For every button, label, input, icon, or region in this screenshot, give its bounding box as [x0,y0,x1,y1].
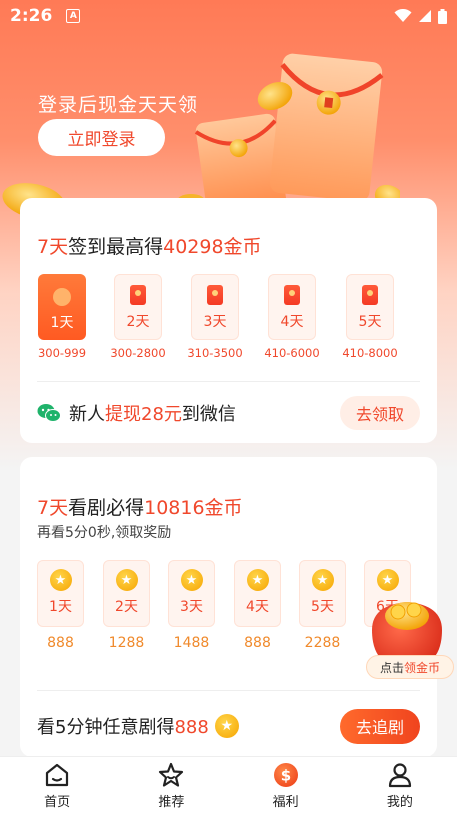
divider [37,690,420,691]
star-coin-icon: ★ [311,569,334,591]
star-coin-icon: ★ [49,569,72,591]
floating-coin-bag[interactable]: 点击 领金币 [362,590,457,685]
user-icon [388,763,411,788]
checkin-days: 1天 300-999 2天 300-2800 3天 310-3500 4天 41… [34,274,429,364]
checkin-card: 7天签到最高得40298金币 1天 300-999 2天 300-2800 3天… [20,198,437,443]
checkin-day[interactable]: 1天 300-999 [22,274,102,360]
hero-headline: 登录后现金天天领 [38,94,199,116]
star-coin-icon: ★ [214,714,239,738]
bottom-tab-bar: 首页 推荐 $ 福利 我的 [0,756,457,814]
checkin-day[interactable]: 5天 410-8000 [330,274,410,360]
red-envelope-illustration [194,53,400,217]
star-coin-icon: ★ [115,569,138,591]
status-notification-icon: A [66,9,81,23]
claim-button[interactable]: 去领取 [340,396,420,430]
tab-recommend[interactable]: 推荐 [114,757,228,814]
status-bar: 2:26 A [0,0,457,32]
divider [37,381,420,382]
drama-day[interactable]: ★ 2天 1288 [94,560,159,651]
dollar-icon: $ [273,763,298,787]
checkin-day[interactable]: 3天 310-3500 [175,274,255,360]
red-envelope-icon [207,285,223,305]
tab-home[interactable]: 首页 [0,757,114,814]
checkin-title: 7天签到最高得40298金币 [37,236,262,258]
status-time: 2:26 [10,6,53,26]
signal-icon [419,10,431,22]
drama-day[interactable]: ★ 5天 2288 [290,560,355,651]
red-envelope-icon [53,288,71,306]
wifi-icon [394,9,412,22]
watch-task-row: 看5分钟任意剧得888 ★ 去追剧 [37,707,420,745]
wechat-icon [37,404,61,422]
star-icon [159,762,184,787]
drama-day[interactable]: ★ 1天 888 [34,560,93,651]
claim-coins-label: 点击 领金币 [366,655,454,679]
drama-day[interactable]: ★ 4天 888 [225,560,290,651]
follow-drama-button[interactable]: 去追剧 [340,708,420,744]
watch-task-text: 看5分钟任意剧得888 [37,717,209,738]
checkin-day[interactable]: 4天 410-6000 [252,274,332,360]
tab-welfare[interactable]: $ 福利 [229,757,343,814]
battery-icon [438,8,447,24]
status-icons [394,8,447,24]
newuser-wechat-row: 新人提现28元到微信 去领取 [37,396,420,430]
star-coin-icon: ★ [246,569,269,591]
login-button[interactable]: 立即登录 [38,119,165,156]
red-envelope-icon [362,285,378,305]
drama-subtitle: 再看5分0秒,领取奖励 [37,525,172,541]
newuser-withdraw-text: 新人提现28元到微信 [69,404,236,425]
checkin-day[interactable]: 2天 300-2800 [98,274,178,360]
tab-mine[interactable]: 我的 [343,757,457,814]
red-envelope-icon [284,285,300,305]
drama-day[interactable]: ★ 3天 1488 [159,560,224,651]
drama-title: 7天看剧必得10816金币 [37,497,243,519]
svg-text:$: $ [280,767,290,785]
red-envelope-icon [130,285,146,305]
star-coin-icon: ★ [376,569,399,591]
star-coin-icon: ★ [180,569,203,591]
home-icon [46,763,69,787]
